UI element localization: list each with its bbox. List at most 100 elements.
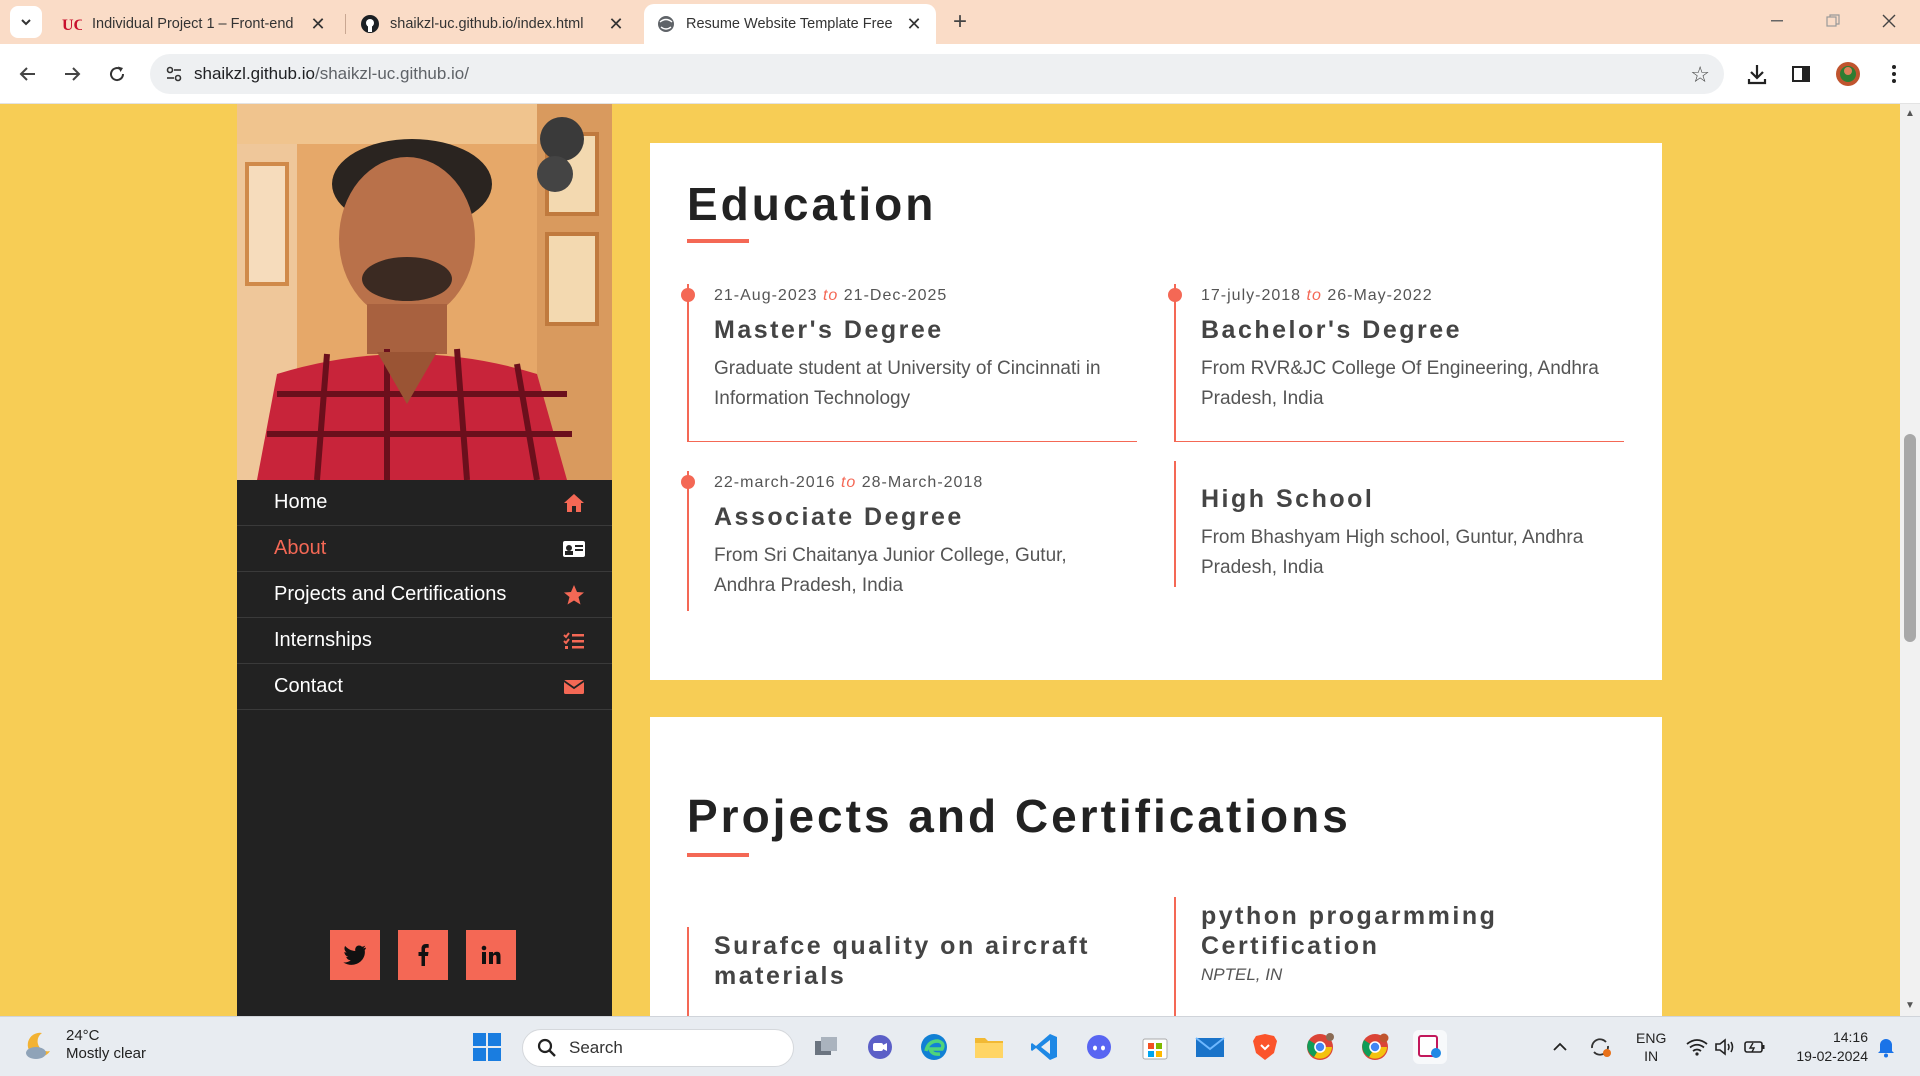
sidebar-item-projects[interactable]: Projects and Certifications: [237, 572, 612, 618]
file-explorer-icon[interactable]: [972, 1030, 1006, 1064]
taskbar-clock[interactable]: 14:16 19-02-2024: [1780, 1028, 1868, 1066]
brave-icon[interactable]: [1248, 1030, 1282, 1064]
taskbar-search[interactable]: Search: [522, 1029, 794, 1067]
url-host: shaikzl.github.io: [194, 64, 315, 83]
education-desc: From RVR&JC College Of Engineering, Andh…: [1201, 358, 1599, 409]
scroll-up-arrow-icon[interactable]: ▲: [1904, 108, 1916, 120]
twitter-icon: [343, 945, 366, 965]
sidebar-menu: Home About Projects and Certifications I…: [237, 480, 612, 710]
minimize-button[interactable]: [1754, 6, 1800, 36]
weather-widget[interactable]: 24°C Mostly clear: [22, 1027, 146, 1063]
start-button[interactable]: [472, 1032, 502, 1067]
back-button[interactable]: [12, 58, 44, 90]
education-desc: Graduate student at University of Cincin…: [714, 358, 1101, 409]
side-panel-icon[interactable]: [1787, 60, 1815, 88]
restore-button[interactable]: [1810, 6, 1856, 36]
facebook-icon: [418, 944, 429, 966]
linkedin-icon: [481, 945, 501, 964]
sidebar-item-about[interactable]: About: [237, 526, 612, 572]
chevron-down-icon: [21, 19, 31, 26]
timeline-dot: [1168, 288, 1182, 302]
lang-region: IN: [1644, 1048, 1659, 1064]
facebook-button[interactable]: [398, 930, 448, 980]
task-view-icon[interactable]: [809, 1030, 843, 1064]
sidebar-item-contact[interactable]: Contact: [237, 664, 612, 710]
tab-separator: [345, 14, 346, 34]
volume-icon[interactable]: [1714, 1017, 1736, 1076]
sidebar-item-label: Internships: [274, 629, 372, 651]
close-window-button[interactable]: [1866, 6, 1912, 36]
download-icon[interactable]: [1743, 60, 1771, 88]
education-title: Bachelor's Degree: [1201, 316, 1463, 344]
forward-button[interactable]: [56, 58, 88, 90]
mail-icon[interactable]: [1193, 1030, 1227, 1064]
reload-button[interactable]: [101, 58, 133, 90]
heading-underline: [687, 853, 749, 857]
uc-logo-icon: UC: [62, 14, 82, 34]
battery-icon[interactable]: [1744, 1017, 1766, 1076]
bookmark-star-icon[interactable]: ☆: [1690, 62, 1710, 88]
vscode-icon[interactable]: [1027, 1030, 1061, 1064]
page-scrollbar[interactable]: ▲ ▼: [1900, 104, 1920, 1016]
scrollbar-thumb[interactable]: [1904, 434, 1916, 642]
sidebar: Home About Projects and Certifications I…: [237, 104, 612, 1016]
education-section: Education 21-Aug-2023 to 21-Dec-2025 Mas…: [650, 143, 1662, 680]
projects-heading: Projects and Certifications: [687, 790, 1351, 842]
sync-icon[interactable]: [1588, 1017, 1612, 1076]
lang-code: ENG: [1636, 1030, 1667, 1046]
education-date: 17-july-2018 to 26-May-2022: [1201, 287, 1433, 304]
snipping-tool-icon[interactable]: [1413, 1030, 1447, 1064]
education-date: 21-Aug-2023 to 21-Dec-2025: [714, 287, 948, 304]
project-item-aircraft: Surafce quality on aircraft materials: [687, 927, 1137, 1016]
edge-icon[interactable]: [917, 1030, 951, 1064]
kebab-menu-icon[interactable]: [1880, 60, 1908, 88]
windows-icon: [473, 1033, 501, 1061]
tab-search-button[interactable]: [10, 6, 42, 38]
tab-individual-project[interactable]: UC Individual Project 1 – Front-end ✕: [50, 4, 340, 44]
language-indicator[interactable]: ENG IN: [1636, 1017, 1666, 1076]
reload-icon: [110, 66, 125, 82]
project-item-python-cert: python progarmming Certification NPTEL, …: [1174, 897, 1624, 1016]
globe-icon: [656, 14, 676, 34]
sidebar-item-label: Home: [274, 491, 328, 513]
discord-icon[interactable]: [1082, 1030, 1116, 1064]
list-icon: [562, 629, 586, 653]
show-hidden-icons[interactable]: [1552, 1017, 1568, 1076]
profile-avatar[interactable]: [1834, 60, 1862, 88]
linkedin-button[interactable]: [466, 930, 516, 980]
twitter-button[interactable]: [330, 930, 380, 980]
close-tab-icon[interactable]: ✕: [904, 14, 924, 34]
education-date: 22-march-2016 to 28-March-2018: [714, 474, 984, 491]
chrome-icon[interactable]: [1358, 1030, 1392, 1064]
education-item-bachelors: 17-july-2018 to 26-May-2022 Bachelor's D…: [1168, 284, 1624, 442]
education-desc: From Bhashyam High school, Guntur, Andhr…: [1201, 527, 1584, 578]
wifi-icon[interactable]: [1686, 1017, 1708, 1076]
scroll-down-arrow-icon[interactable]: ▼: [1904, 1000, 1916, 1012]
education-title: Associate Degree: [714, 503, 964, 531]
page-viewport: Home About Projects and Certifications I…: [0, 104, 1900, 1016]
tab-github-index[interactable]: shaikzl-uc.github.io/index.html ✕: [348, 4, 638, 44]
teams-meet-icon[interactable]: [863, 1030, 897, 1064]
tab-resume-website[interactable]: Resume Website Template Free ✕: [644, 4, 936, 44]
site-info-icon[interactable]: [154, 54, 194, 94]
education-heading: Education: [687, 178, 937, 230]
notification-bell-icon[interactable]: [1876, 1017, 1896, 1076]
sidebar-item-internships[interactable]: Internships: [237, 618, 612, 664]
microsoft-store-icon[interactable]: [1138, 1030, 1172, 1064]
chevron-up-icon: [1553, 1042, 1567, 1051]
education-desc: From Sri Chaitanya Junior College, Gutur…: [714, 545, 1067, 596]
close-icon: [1882, 14, 1896, 28]
url-path: /shaikzl-uc.github.io/: [314, 64, 469, 83]
chrome-profile-icon[interactable]: [1303, 1030, 1337, 1064]
timeline-dot: [681, 475, 695, 489]
sidebar-item-home[interactable]: Home: [237, 480, 612, 526]
close-tab-icon[interactable]: ✕: [308, 14, 328, 34]
projects-section: Projects and Certifications Surafce qual…: [650, 717, 1662, 1016]
url-bar[interactable]: shaikzl.github.io/shaikzl-uc.github.io/ …: [150, 54, 1724, 94]
tab-title: Individual Project 1 – Front-end: [92, 16, 294, 32]
education-item-masters: 21-Aug-2023 to 21-Dec-2025 Master's Degr…: [681, 284, 1137, 442]
profile-photo: [237, 104, 612, 480]
new-tab-button[interactable]: +: [944, 8, 976, 36]
close-tab-icon[interactable]: ✕: [606, 14, 626, 34]
restore-icon: [1826, 14, 1840, 27]
